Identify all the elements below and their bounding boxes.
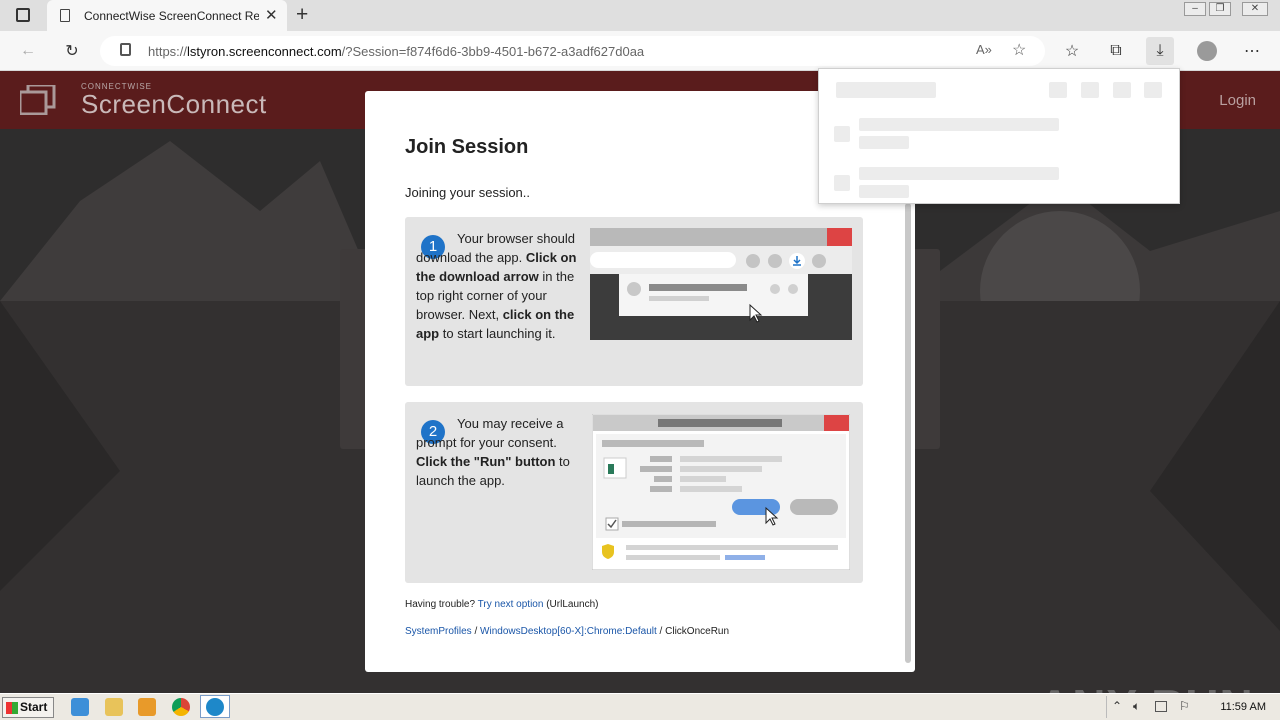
step-1-text: Your browser should download the app. Cl… — [416, 229, 594, 343]
downloads-action-placeholder — [1144, 82, 1162, 98]
downloads-panel — [818, 68, 1180, 204]
more-menu-icon[interactable]: ⋯ — [1238, 37, 1266, 65]
try-next-option-link[interactable]: Try next option — [478, 599, 544, 610]
brand-name: ScreenConnect — [81, 89, 267, 119]
downloads-action-placeholder — [1113, 82, 1131, 98]
clock: 11:59 AM — [1220, 701, 1266, 713]
file-explorer-icon[interactable] — [105, 698, 123, 716]
windows-taskbar: Start ⌃ 🔈︎ ⚐ 11:59 AM — [0, 693, 1280, 720]
read-aloud-icon[interactable]: A» — [976, 42, 992, 57]
add-favorite-icon[interactable]: ☆ — [1012, 40, 1026, 60]
start-label: Start — [20, 700, 48, 714]
browser-tabbar: ConnectWise ScreenConnect Remote Support… — [0, 0, 1280, 31]
profile-avatar[interactable] — [1197, 41, 1217, 61]
crumb-system-profiles[interactable]: SystemProfiles — [405, 626, 472, 637]
download-item-placeholder — [859, 136, 909, 149]
step-2-text-a: You may receive a prompt for your consen… — [416, 416, 564, 450]
browser-tab[interactable]: ConnectWise ScreenConnect Remote Support… — [47, 0, 287, 31]
dialog-title: Join Session — [405, 136, 529, 158]
url-text[interactable]: https://lstyron.screenconnect.com/?Sessi… — [148, 44, 644, 59]
address-bar[interactable]: https://lstyron.screenconnect.com/?Sessi… — [100, 36, 1045, 66]
tab-title: ConnectWise ScreenConnect Remote Support — [84, 9, 259, 23]
downloads-action-placeholder — [1081, 82, 1099, 98]
screenconnect-logo-icon — [20, 85, 56, 115]
internet-explorer-icon[interactable] — [71, 698, 89, 716]
download-item-placeholder — [859, 185, 909, 198]
step-2-bold-a: Click the "Run" button — [416, 454, 556, 469]
page-icon — [60, 9, 70, 22]
downloads-header-placeholder — [836, 82, 936, 98]
crumb-separator-1: / — [471, 626, 481, 637]
download-item-icon-placeholder — [834, 126, 850, 142]
system-tray: ⌃ 🔈︎ ⚐ 11:59 AM — [1106, 696, 1278, 718]
tab-actions-icon[interactable] — [16, 8, 30, 22]
step-2-text: You may receive a prompt for your consen… — [416, 414, 584, 490]
login-link[interactable]: Login — [1219, 92, 1256, 109]
trouble-label: Having trouble? — [405, 599, 476, 610]
step-1-card: 1 Your browser should download the app. … — [405, 217, 863, 386]
close-tab-icon[interactable]: ✕ — [265, 6, 278, 24]
downloads-icon[interactable]: ⤓ — [1146, 37, 1174, 65]
chrome-icon[interactable] — [172, 698, 190, 716]
action-center-flag-icon[interactable]: ⚐ — [1179, 699, 1190, 713]
url-host: lstyron.screenconnect.com — [187, 44, 342, 59]
minimize-button[interactable]: – — [1184, 2, 1206, 16]
download-item-placeholder — [859, 118, 1059, 131]
step-1-illustration — [590, 228, 852, 340]
start-button[interactable]: Start — [2, 697, 54, 718]
favorites-icon[interactable]: ☆ — [1058, 37, 1086, 65]
media-player-icon[interactable] — [138, 698, 156, 716]
crumb-windows-desktop[interactable]: WindowsDesktop[60-X]:Chrome:Default — [480, 626, 657, 637]
step-1-text-c: to start launching it. — [439, 326, 556, 341]
browser-toolbar: ← ↻ https://lstyron.screenconnect.com/?S… — [0, 31, 1280, 71]
collections-icon[interactable]: ⧉ — [1102, 37, 1130, 65]
network-icon[interactable] — [1155, 701, 1167, 712]
lock-icon — [120, 43, 131, 56]
download-item-icon-placeholder — [834, 175, 850, 191]
volume-icon[interactable]: 🔈︎ — [1133, 699, 1140, 714]
new-tab-icon[interactable]: + — [296, 3, 308, 27]
breadcrumb: SystemProfiles / WindowsDesktop[60-X]:Ch… — [405, 626, 729, 637]
windows-logo-icon — [6, 702, 18, 714]
url-prefix: https:// — [148, 44, 188, 59]
back-icon[interactable]: ← — [14, 37, 42, 65]
download-item-placeholder — [859, 167, 1059, 180]
edge-icon — [206, 698, 224, 716]
joining-status: Joining your session.. — [405, 185, 531, 200]
dialog-scrollbar[interactable] — [905, 203, 911, 663]
anyrun-watermark: ANY RUN — [1038, 679, 1254, 693]
crumb-clickoncerun: ClickOnceRun — [665, 626, 730, 637]
crumb-separator-2: / — [656, 626, 666, 637]
step-2-card: 2 You may receive a prompt for your cons… — [405, 402, 863, 583]
url-rest: /?Session=f874f6d6-3bb9-4501-b672-a3adf6… — [341, 44, 645, 59]
trouble-line: Having trouble? Try next option (UrlLaun… — [405, 599, 598, 610]
refresh-icon[interactable]: ↻ — [58, 37, 86, 65]
restore-button[interactable]: ❐ — [1209, 2, 1231, 16]
tray-expand-icon[interactable]: ⌃ — [1112, 699, 1122, 713]
step-2-illustration — [592, 414, 850, 570]
trouble-suffix: (UrlLaunch) — [546, 599, 599, 610]
close-window-button[interactable]: ✕ — [1242, 2, 1268, 16]
downloads-action-placeholder — [1049, 82, 1067, 98]
